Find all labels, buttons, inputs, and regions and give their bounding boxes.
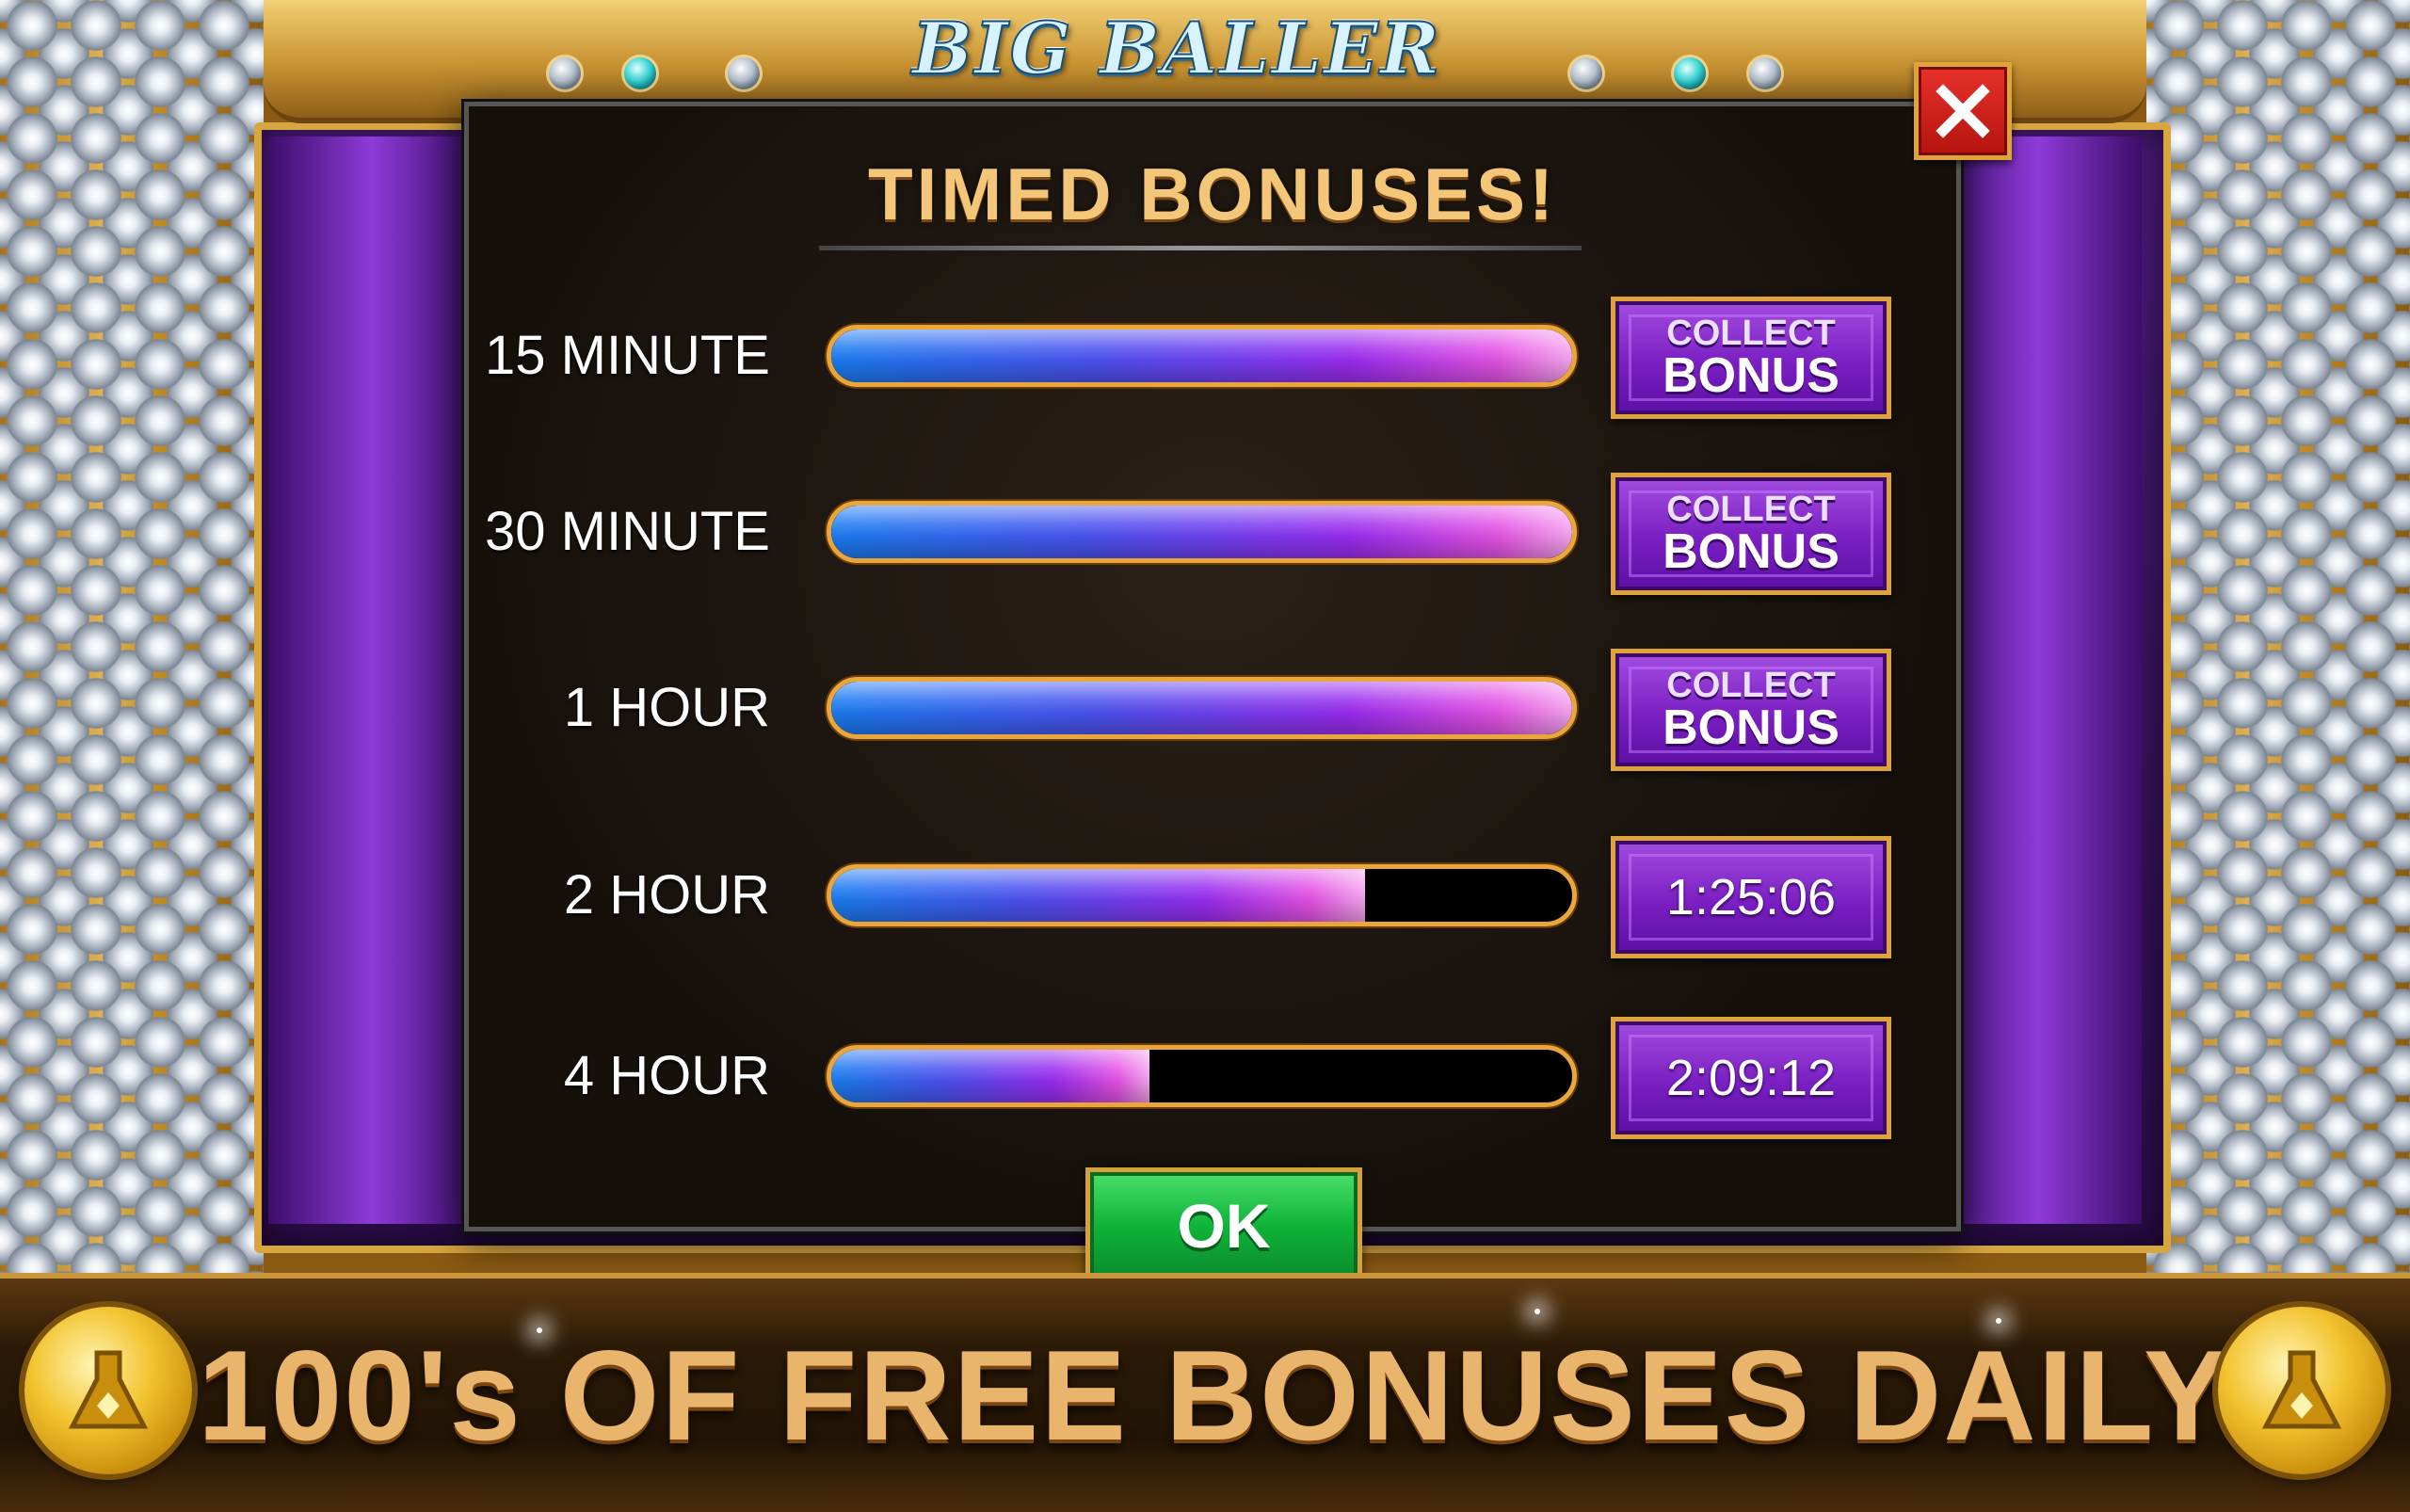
gem-icon xyxy=(725,55,763,92)
bonus-progress-fill xyxy=(831,869,1365,922)
bonus-progress-bar xyxy=(827,325,1577,387)
right-diamond-wall xyxy=(2146,0,2410,1290)
coin-icon xyxy=(2218,1307,2386,1474)
bonus-progress-bar xyxy=(827,677,1577,739)
dialog-title: TIMED BONUSES! xyxy=(867,153,1558,235)
bonus-progress-fill xyxy=(831,1050,1150,1102)
bonus-progress-fill xyxy=(831,506,1572,558)
collect-bonus-button[interactable]: COLLECT BONUS xyxy=(1611,473,1891,595)
bonus-label: BONUS xyxy=(1663,524,1840,579)
gem-icon xyxy=(1671,55,1709,92)
bonus-label: 4 HOUR xyxy=(563,1045,770,1106)
close-icon xyxy=(1936,84,1990,138)
gem-icon xyxy=(546,55,584,92)
bonus-countdown-timer: 1:25:06 xyxy=(1611,836,1891,958)
collect-label: COLLECT xyxy=(1666,666,1836,705)
bonus-progress-bar xyxy=(827,1045,1577,1107)
collect-bonus-button[interactable]: COLLECT BONUS xyxy=(1611,649,1891,771)
gem-icon xyxy=(1567,55,1605,92)
promo-banner-text: 100's OF FREE BONUSES DAILY! xyxy=(198,1324,2275,1467)
sparkle xyxy=(537,1327,542,1333)
collect-label: COLLECT xyxy=(1666,490,1836,529)
countdown-text: 2:09:12 xyxy=(1665,1050,1837,1106)
countdown-text: 1:25:06 xyxy=(1665,869,1837,925)
coin-icon xyxy=(24,1307,192,1474)
bonus-row: 2 HOUR 1:25:06 xyxy=(469,836,1956,958)
promo-banner: 100's OF FREE BONUSES DAILY! xyxy=(0,1273,2410,1512)
bonus-label: 2 HOUR xyxy=(563,864,770,925)
bonus-row: 30 MINUTE COLLECT BONUS xyxy=(469,473,1956,595)
collect-bonus-button[interactable]: COLLECT BONUS xyxy=(1611,297,1891,419)
left-purple-panel xyxy=(268,137,475,1224)
bonus-progress-fill xyxy=(831,330,1572,382)
bonus-row: 4 HOUR 2:09:12 xyxy=(469,1017,1956,1139)
left-diamond-wall xyxy=(0,0,264,1290)
bonus-label: 1 HOUR xyxy=(563,677,770,738)
bonus-progress-bar xyxy=(827,864,1577,926)
bonus-label: BONUS xyxy=(1663,348,1840,403)
bonus-label: BONUS xyxy=(1663,700,1840,755)
bonus-progress-fill xyxy=(831,682,1572,734)
sparkle xyxy=(1534,1309,1540,1314)
bonus-row: 15 MINUTE COLLECT BONUS xyxy=(469,297,1956,419)
timed-bonuses-dialog: TIMED BONUSES! 15 MINUTE COLLECT BONUS 30 M… xyxy=(464,102,1961,1231)
bonus-label: 30 MINUTE xyxy=(485,501,770,562)
bonus-row: 1 HOUR COLLECT BONUS xyxy=(469,649,1956,771)
collect-label: COLLECT xyxy=(1666,314,1836,353)
gem-icon xyxy=(1746,55,1784,92)
game-logo: BIG BALLER 7S xyxy=(911,6,1442,185)
bonus-countdown-timer: 2:09:12 xyxy=(1611,1017,1891,1139)
ok-button[interactable]: OK xyxy=(1085,1167,1362,1284)
bonus-label: 15 MINUTE xyxy=(485,325,770,386)
title-divider xyxy=(819,246,1582,250)
sparkle xyxy=(1996,1318,2001,1324)
close-button[interactable] xyxy=(1914,62,2012,160)
right-purple-panel xyxy=(1935,137,2142,1224)
bonus-progress-bar xyxy=(827,501,1577,563)
gem-icon xyxy=(621,55,659,92)
